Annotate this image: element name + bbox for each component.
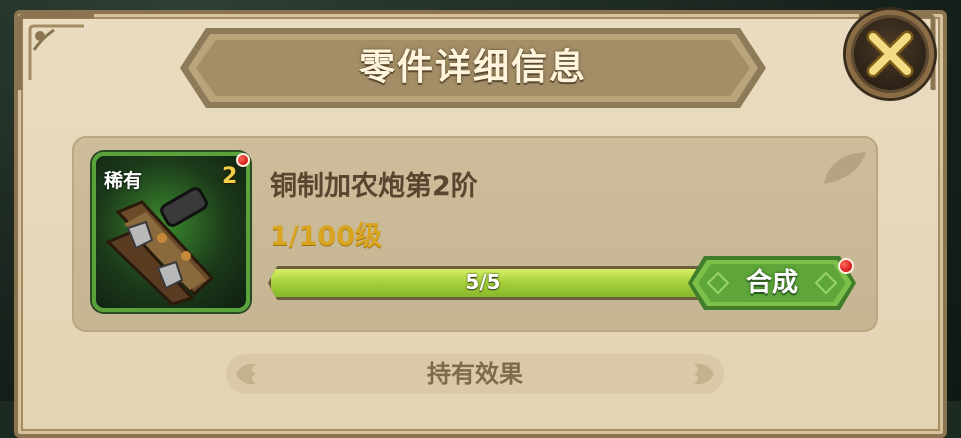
part-name: 铜制加农炮第2阶	[270, 171, 478, 202]
dialog-title: 零件详细信息	[358, 47, 587, 88]
rarity-label: 稀有	[104, 170, 143, 192]
holding-effect-label: 持有效果	[427, 360, 523, 388]
close-x-icon	[866, 30, 914, 78]
compose-notification-dot	[838, 258, 854, 274]
title-banner: 零件详细信息	[180, 24, 766, 112]
bronze-cannon-icon	[105, 187, 215, 306]
part-level: 1/100级	[270, 221, 383, 252]
progress-text: 5/5	[465, 270, 501, 294]
part-count: 2	[222, 164, 238, 189]
close-button[interactable]	[846, 10, 934, 98]
compose-label: 合成	[745, 268, 798, 298]
notification-dot	[236, 153, 250, 167]
compose-button[interactable]: 合成	[688, 254, 856, 312]
corner-ornament	[17, 13, 94, 90]
holding-effect-header: 持有效果	[226, 352, 724, 396]
leaf-decoration-icon	[824, 152, 866, 184]
